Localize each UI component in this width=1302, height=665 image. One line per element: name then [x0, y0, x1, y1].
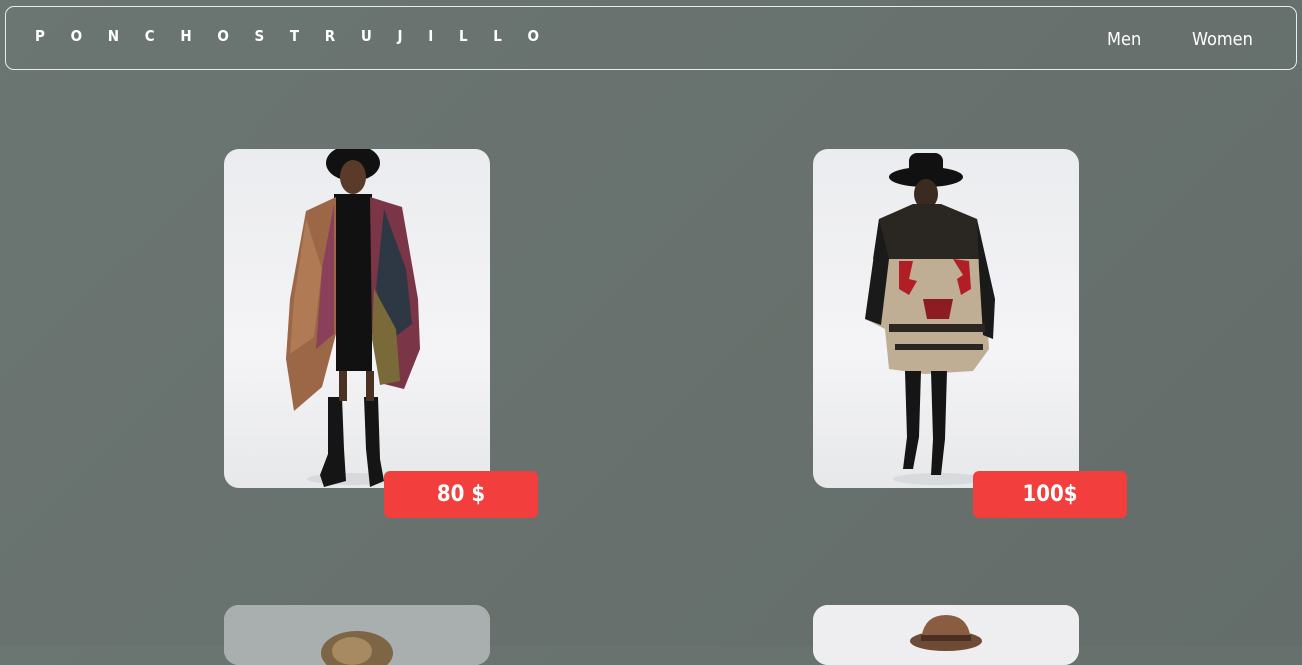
- product-image-partial: [224, 605, 490, 665]
- product-card-3[interactable]: [224, 605, 490, 665]
- nav-link-men[interactable]: Men: [1107, 29, 1141, 50]
- product-card-1[interactable]: [224, 149, 490, 488]
- product-image-poncho-multicolor: [286, 149, 420, 487]
- product-card-2[interactable]: [813, 149, 1079, 488]
- brand-logo[interactable]: P O N C H O S T R U J I L L O: [35, 27, 550, 45]
- product-image-partial-hat: [813, 605, 1079, 665]
- nav-link-women[interactable]: Women: [1192, 29, 1253, 50]
- price-button[interactable]: 100$: [973, 471, 1127, 518]
- price-button[interactable]: 80 $: [384, 471, 538, 518]
- product-card-4[interactable]: [813, 605, 1079, 665]
- top-navbar: P O N C H O S T R U J I L L O Men Women: [5, 6, 1297, 70]
- product-image-poncho-aztec: [865, 153, 995, 485]
